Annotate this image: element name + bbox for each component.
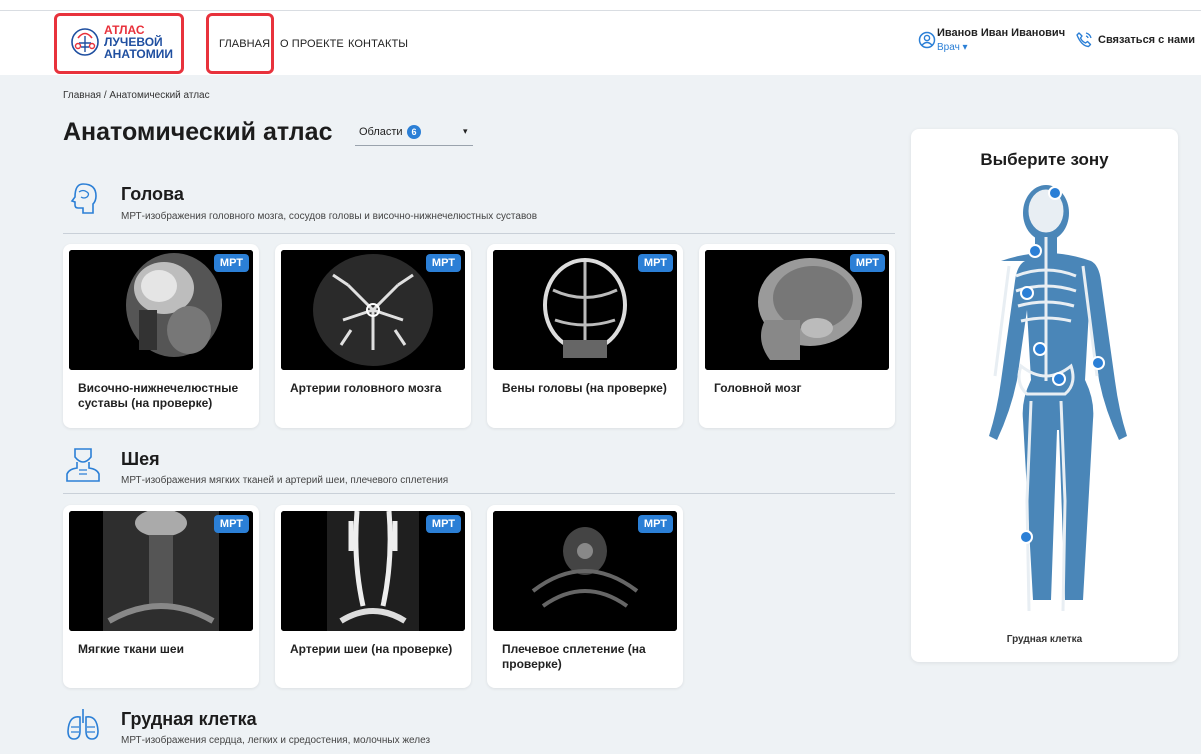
atlas-logo-icon xyxy=(71,28,99,56)
atlas-card-brachial-plexus[interactable]: МРТ Плечевое сплетение (на проверке) xyxy=(487,505,683,688)
section-title-neck: Шея xyxy=(121,449,160,469)
selected-zone-label: Грудная клетка xyxy=(1006,634,1083,645)
zone-head-marker xyxy=(1048,186,1062,200)
zone-abdomen-marker xyxy=(1033,342,1047,356)
card-title: Артерии головного мозга xyxy=(290,381,442,395)
zone-pelvis-marker xyxy=(1052,372,1066,386)
section-desc-chest: МРТ-изображения сердца, легких и средост… xyxy=(121,735,431,746)
section-divider xyxy=(63,493,895,494)
logo-text: АТЛАС ЛУЧЕВОЙ АНАТОМИИ xyxy=(104,24,173,60)
zone-selector-panel: Выберите зону Грудная клетка xyxy=(911,129,1178,662)
zone-panel-title: Выберите зону xyxy=(980,150,1109,169)
nav-item-contacts[interactable]: КОНТАКТЫ xyxy=(348,38,408,50)
chevron-down-icon: ▾ xyxy=(463,126,468,136)
mri-badge: МРТ xyxy=(425,515,461,533)
lungs-icon xyxy=(67,709,99,740)
mri-thumbnail: МРТ xyxy=(493,250,677,370)
section-desc-neck: МРТ-изображения мягких тканей и артерий … xyxy=(121,475,449,486)
zone-neck-marker xyxy=(1028,244,1042,258)
section-desc-head: МРТ-изображения головного мозга, сосудов… xyxy=(121,211,538,222)
mri-thumbnail: МРТ xyxy=(281,511,465,631)
card-title: Артерии шеи (на проверке) xyxy=(290,642,453,656)
mri-thumbnail: МРТ xyxy=(281,250,465,370)
card-title: Головной мозг xyxy=(714,381,802,395)
phone-icon xyxy=(1076,32,1092,48)
card-title: Мягкие ткани шеи xyxy=(78,642,184,656)
atlas-card-tmj[interactable]: МРТ Височно-нижнечелюстные суставы (на п… xyxy=(63,244,259,428)
section-title-chest: Грудная клетка xyxy=(121,709,257,729)
contact-us-label: Связаться с нами xyxy=(1098,34,1195,46)
atlas-card-neck-soft-tissue[interactable]: МРТ Мягкие ткани шеи xyxy=(63,505,259,688)
mri-thumbnail: МРТ xyxy=(69,250,253,370)
mri-badge: МРТ xyxy=(425,254,461,272)
breadcrumb[interactable]: Главная / Анатомический атлас xyxy=(63,90,210,101)
logo-line-3: АНАТОМИИ xyxy=(104,47,174,61)
zone-leg-marker xyxy=(1019,530,1033,544)
atlas-card-head-veins[interactable]: МРТ Вены головы (на проверке) xyxy=(487,244,683,428)
mri-thumbnail: МРТ xyxy=(705,250,889,370)
page-title: Анатомический атлас xyxy=(63,118,333,146)
head-icon xyxy=(70,183,97,214)
atlas-card-brain-arteries[interactable]: МРТ Артерии головного мозга xyxy=(275,244,471,428)
mri-badge: МРТ xyxy=(637,515,673,533)
regions-filter-dropdown[interactable]: Области 6 ▾ xyxy=(355,123,473,146)
regions-count-badge: 6 xyxy=(407,125,421,139)
mri-badge: МРТ xyxy=(637,254,673,272)
mri-badge: МРТ xyxy=(213,515,249,533)
user-role-dropdown[interactable]: Врач ▾ xyxy=(937,42,968,53)
mri-thumbnail: МРТ xyxy=(493,511,677,631)
nav-item-about[interactable]: О ПРОЕКТЕ xyxy=(280,38,344,50)
user-icon xyxy=(918,31,936,49)
logo[interactable]: АТЛАС ЛУЧЕВОЙ АНАТОМИИ xyxy=(54,13,184,74)
section-title-head: Голова xyxy=(121,184,184,204)
card-title: Вены головы (на проверке) xyxy=(502,381,667,395)
card-title: Височно-нижнечелюстные суставы (на прове… xyxy=(78,381,239,410)
user-name: Иванов Иван Иванович xyxy=(937,27,1066,39)
card-title: Плечевое сплетение (на проверке) xyxy=(502,642,646,671)
zone-chest-marker xyxy=(1020,286,1034,300)
regions-filter-label: Области xyxy=(359,126,403,138)
mri-badge: МРТ xyxy=(849,254,885,272)
nav-item-home[interactable]: ГЛАВНАЯ xyxy=(219,38,270,50)
section-divider xyxy=(63,233,895,234)
body-skeleton-figure[interactable] xyxy=(961,181,1131,641)
mri-badge: МРТ xyxy=(213,254,249,272)
mri-thumbnail: МРТ xyxy=(69,511,253,631)
atlas-card-brain[interactable]: МРТ Головной мозг xyxy=(699,244,895,428)
zone-arm-marker xyxy=(1091,356,1105,370)
neck-icon xyxy=(66,448,100,482)
atlas-card-neck-arteries[interactable]: МРТ Артерии шеи (на проверке) xyxy=(275,505,471,688)
